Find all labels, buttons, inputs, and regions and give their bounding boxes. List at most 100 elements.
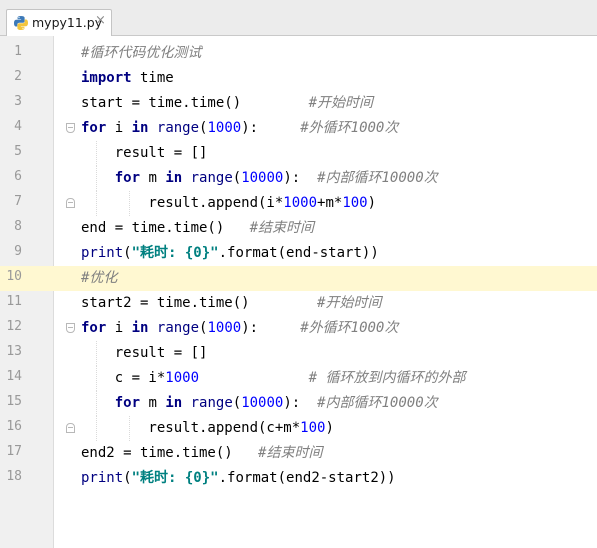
code-line[interactable]: 5 result = []	[0, 141, 597, 166]
line-number: 2	[14, 69, 22, 84]
code-token: #优化	[81, 270, 118, 286]
code-token: (	[123, 470, 132, 486]
code-token: c = i*	[81, 370, 166, 386]
code-text: result = []	[81, 343, 208, 363]
code-token: in	[131, 320, 149, 336]
code-line[interactable]: 18 print("耗时: {0}".format(end2-start2))	[0, 466, 597, 491]
line-number: 4	[14, 119, 22, 134]
code-token: 10000	[241, 170, 284, 186]
code-line[interactable]: 4 for i in range(1000): #外循环1000次	[0, 116, 597, 141]
code-token: "耗时: {0}"	[131, 245, 219, 261]
code-line[interactable]: 9 print("耗时: {0}".format(end-start))	[0, 241, 597, 266]
code-line[interactable]: 2 import time	[0, 66, 597, 91]
code-token: (	[232, 170, 242, 186]
code-token: range	[156, 320, 200, 336]
code-line[interactable]: 1 #循环代码优化测试	[0, 41, 597, 66]
code-line[interactable]: 17 end2 = time.time() #结束时间	[0, 441, 597, 466]
code-line[interactable]: 10 #优化	[0, 266, 597, 291]
code-line[interactable]: 7 result.append(i*1000+m*100)	[0, 191, 597, 216]
code-text: print("耗时: {0}".format(end-start))	[81, 243, 379, 263]
code-token: result = []	[81, 145, 208, 161]
code-token: result = []	[81, 345, 208, 361]
code-text: print("耗时: {0}".format(end2-start2))	[81, 468, 396, 488]
code-token: # 循环放到内循环的外部	[308, 370, 466, 386]
code-token: #循环代码优化测试	[81, 45, 202, 61]
fold-end-icon[interactable]	[66, 423, 75, 433]
code-token: ):	[241, 120, 301, 136]
code-token: #结束时间	[249, 220, 315, 236]
line-number: 13	[6, 344, 22, 359]
python-file-icon	[14, 16, 28, 30]
line-number: 17	[6, 444, 22, 459]
close-icon[interactable]: ×	[95, 13, 106, 28]
editor-tab-bar: mypy11.py ×	[0, 0, 597, 36]
code-token: end = time.time()	[81, 220, 250, 236]
code-token: .format(end-start))	[218, 245, 379, 261]
code-token: ):	[283, 395, 318, 411]
line-number: 3	[14, 94, 22, 109]
code-text: #优化	[81, 268, 117, 288]
code-token: "耗时: {0}"	[131, 470, 219, 486]
tab-mypy11[interactable]: mypy11.py ×	[6, 9, 112, 36]
code-text: end = time.time() #结束时间	[81, 218, 314, 238]
fold-start-icon[interactable]	[66, 323, 75, 333]
code-line[interactable]: 13 result = []	[0, 341, 597, 366]
code-token: #开始时间	[308, 95, 374, 111]
code-token: ):	[283, 170, 318, 186]
code-token: )	[367, 195, 377, 211]
code-token: m	[140, 170, 166, 186]
code-token: for	[81, 120, 107, 136]
line-number: 6	[14, 169, 22, 184]
fold-start-icon[interactable]	[66, 123, 75, 133]
line-number: 9	[14, 244, 22, 259]
code-text: for i in range(1000): #外循环1000次	[81, 118, 398, 138]
line-number: 5	[14, 144, 22, 159]
line-number: 18	[6, 469, 22, 484]
line-number: 16	[6, 419, 22, 434]
code-line[interactable]: 11 start2 = time.time() #开始时间	[0, 291, 597, 316]
code-token: 100	[342, 195, 368, 211]
code-token: ):	[241, 320, 301, 336]
code-token: #开始时间	[317, 295, 382, 311]
fold-end-icon[interactable]	[66, 198, 75, 208]
code-token: +m*	[317, 195, 343, 211]
line-number: 12	[6, 319, 22, 334]
code-token: for	[81, 320, 107, 336]
code-text: result.append(i*1000+m*100)	[81, 193, 376, 213]
code-token: range	[190, 395, 233, 411]
line-number: 1	[14, 44, 22, 59]
code-token: import	[81, 70, 132, 86]
code-line[interactable]: 12 for i in range(1000): #外循环1000次	[0, 316, 597, 341]
code-token: start = time.time()	[81, 95, 309, 111]
code-line[interactable]: 3 start = time.time() #开始时间	[0, 91, 597, 116]
code-token: #内部循环10000次	[317, 170, 438, 186]
code-token: #外循环1000次	[300, 120, 399, 136]
code-token: (	[232, 395, 242, 411]
code-editor[interactable]: 1 #循环代码优化测试 2 import time 3 start = time.time…	[0, 41, 597, 491]
code-text: end2 = time.time() #结束时间	[81, 443, 322, 463]
code-token: result.append(c+m*	[81, 420, 301, 436]
code-line[interactable]: 8 end = time.time() #结束时间	[0, 216, 597, 241]
code-token: 1000	[283, 195, 318, 211]
code-text: #循环代码优化测试	[81, 43, 201, 63]
code-token: i	[106, 120, 132, 136]
line-number: 8	[14, 219, 22, 234]
code-token: result.append(i*	[81, 195, 284, 211]
line-number: 14	[6, 369, 22, 384]
code-token: range	[190, 170, 233, 186]
code-token: time	[131, 70, 174, 86]
code-line[interactable]: 16 result.append(c+m*100)	[0, 416, 597, 441]
code-line[interactable]: 14 c = i*1000 # 循环放到内循环的外部	[0, 366, 597, 391]
code-token: 1000	[207, 120, 242, 136]
code-line[interactable]: 6 for m in range(10000): #内部循环10000次	[0, 166, 597, 191]
code-line[interactable]: 15 for m in range(10000): #内部循环10000次	[0, 391, 597, 416]
code-token: in	[165, 395, 183, 411]
code-text: c = i*1000 # 循环放到内循环的外部	[81, 368, 466, 388]
code-token: m	[140, 395, 166, 411]
